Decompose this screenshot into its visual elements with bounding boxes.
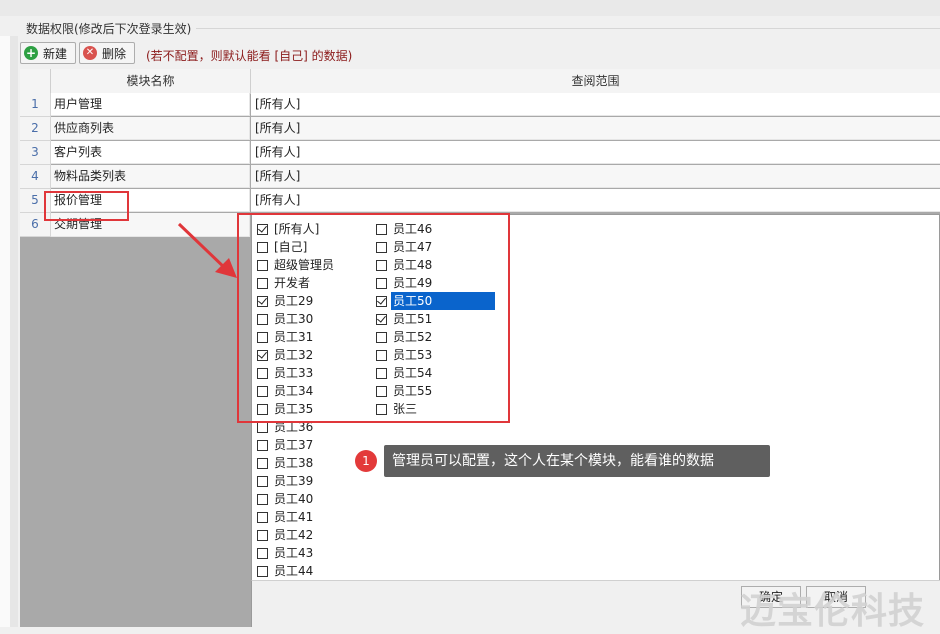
delete-button[interactable]: ✕ 删除 bbox=[79, 42, 135, 64]
checkbox-unchecked-icon[interactable] bbox=[257, 547, 268, 559]
highlight-box-module bbox=[44, 191, 129, 221]
scope-checkbox-label: 员工42 bbox=[274, 528, 314, 542]
annotation-number-badge: 1 bbox=[355, 450, 377, 472]
scope-checkbox[interactable]: 员工42 bbox=[257, 526, 315, 544]
table-row[interactable]: 4 物料品类列表 [所有人] bbox=[20, 165, 940, 189]
column-header-scope[interactable]: 查阅范围 bbox=[251, 69, 940, 93]
scope-checkbox-label: 员工41 bbox=[274, 510, 314, 524]
scope-cell[interactable]: [所有人] bbox=[251, 165, 940, 188]
grid-header: 模块名称 查阅范围 bbox=[20, 69, 940, 94]
row-number-header bbox=[20, 69, 51, 93]
scope-cell[interactable]: [所有人] bbox=[251, 93, 940, 116]
scope-cell[interactable]: [所有人] bbox=[251, 189, 940, 212]
scope-checkbox[interactable]: 员工43 bbox=[257, 544, 315, 562]
module-name-cell[interactable]: 物料品类列表 bbox=[51, 165, 250, 188]
top-strip bbox=[0, 0, 940, 16]
row-number: 3 bbox=[20, 141, 51, 165]
checkbox-unchecked-icon[interactable] bbox=[257, 529, 268, 541]
annotation-tooltip: 管理员可以配置，这个人在某个模块，能看谁的数据 bbox=[384, 445, 770, 477]
module-name-cell[interactable]: 供应商列表 bbox=[51, 117, 250, 140]
delete-icon: ✕ bbox=[83, 46, 97, 60]
scope-checkbox[interactable]: 员工41 bbox=[257, 508, 315, 526]
toolbar-hint: (若不配置，则默认能看 [自己] 的数据) bbox=[146, 49, 353, 63]
scope-checkbox[interactable]: 员工40 bbox=[257, 490, 315, 508]
scope-checkbox-label: 员工38 bbox=[274, 456, 314, 470]
checkbox-unchecked-icon[interactable] bbox=[257, 475, 268, 487]
scope-checkbox[interactable]: 员工38 bbox=[257, 454, 315, 472]
scope-checkbox-label: 员工39 bbox=[274, 474, 314, 488]
scope-checkbox[interactable]: 员工44 bbox=[257, 562, 315, 580]
checkbox-unchecked-icon[interactable] bbox=[257, 511, 268, 523]
scope-checkbox-label: 员工37 bbox=[274, 438, 314, 452]
row-number: 2 bbox=[20, 117, 51, 141]
row-number: 4 bbox=[20, 165, 51, 189]
new-button[interactable]: + 新建 bbox=[20, 42, 76, 64]
scope-checkbox-label: 员工43 bbox=[274, 546, 314, 560]
new-button-label: 新建 bbox=[43, 46, 68, 61]
module-name-cell[interactable]: 用户管理 bbox=[51, 93, 250, 116]
scope-checkbox-label: 员工44 bbox=[274, 564, 314, 578]
annotation-arrow-icon bbox=[177, 222, 237, 278]
module-name-cell[interactable]: 客户列表 bbox=[51, 141, 250, 164]
checkbox-unchecked-icon[interactable] bbox=[257, 439, 268, 451]
left-pane-scroll[interactable] bbox=[10, 36, 18, 627]
watermark: 迈宝伦科技 bbox=[740, 591, 926, 632]
scope-checkbox-label: 员工40 bbox=[274, 492, 314, 506]
table-row[interactable]: 1 用户管理 [所有人] bbox=[20, 93, 940, 117]
plus-icon: + bbox=[24, 46, 38, 60]
checkbox-unchecked-icon[interactable] bbox=[257, 457, 268, 469]
scope-checkbox[interactable]: 员工37 bbox=[257, 436, 315, 454]
row-number: 1 bbox=[20, 93, 51, 117]
highlight-box-picker bbox=[237, 213, 510, 423]
checkbox-unchecked-icon[interactable] bbox=[257, 421, 268, 433]
table-row[interactable]: 2 供应商列表 [所有人] bbox=[20, 117, 940, 141]
table-row[interactable]: 5 报价管理 [所有人] bbox=[20, 189, 940, 213]
checkbox-unchecked-icon[interactable] bbox=[257, 493, 268, 505]
column-header-module[interactable]: 模块名称 bbox=[51, 69, 251, 93]
group-divider bbox=[196, 28, 940, 29]
checkbox-unchecked-icon[interactable] bbox=[257, 565, 268, 577]
delete-button-label: 删除 bbox=[102, 46, 127, 61]
scope-checkbox[interactable]: 员工39 bbox=[257, 472, 315, 490]
scope-cell[interactable]: [所有人] bbox=[251, 117, 940, 140]
table-row[interactable]: 3 客户列表 [所有人] bbox=[20, 141, 940, 165]
section-title: 数据权限(修改后下次登录生效) bbox=[26, 22, 192, 36]
scope-cell[interactable]: [所有人] bbox=[251, 141, 940, 164]
